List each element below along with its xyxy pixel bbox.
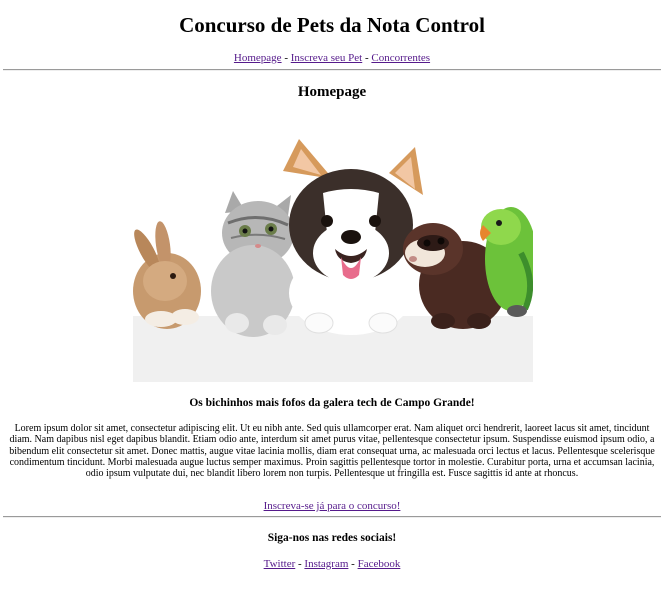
twitter-link[interactable]: Twitter [264,558,296,570]
header-divider [3,69,661,71]
instagram-link[interactable]: Instagram [304,558,348,570]
social-links: Twitter - Instagram - Facebook [0,558,664,570]
nav-link-homepage[interactable]: Homepage [234,52,282,64]
section-title: Homepage [297,84,367,100]
site-title: Concurso de Pets da Nota Control [179,13,485,37]
body-text: Lorem ipsum dolor sit amet, consectetur … [9,423,655,480]
footer-divider [3,516,661,518]
corgi-figure [283,139,423,335]
tagline: Os bichinhos mais fofos da galera tech d… [189,397,475,409]
cta-container: Inscreva-se já para o concurso! [0,500,664,512]
social-title: Siga-nos nas redes sociais! [267,532,397,544]
social-separator: - [348,558,358,570]
top-nav: Homepage - Inscreva seu Pet - Concorrent… [0,52,664,64]
rabbit-figure [133,221,201,329]
nav-link-inscreva-seu-pet[interactable]: Inscreva seu Pet [291,52,362,64]
hero-image [133,133,533,382]
signup-link[interactable]: Inscreva-se já para o concurso! [264,500,401,512]
nav-link-concorrentes[interactable]: Concorrentes [371,52,430,64]
nav-separator: - [281,52,291,64]
page: Concurso de Pets da Nota Control Homepag… [0,0,664,598]
kitten-figure [211,191,295,337]
facebook-link[interactable]: Facebook [358,558,401,570]
